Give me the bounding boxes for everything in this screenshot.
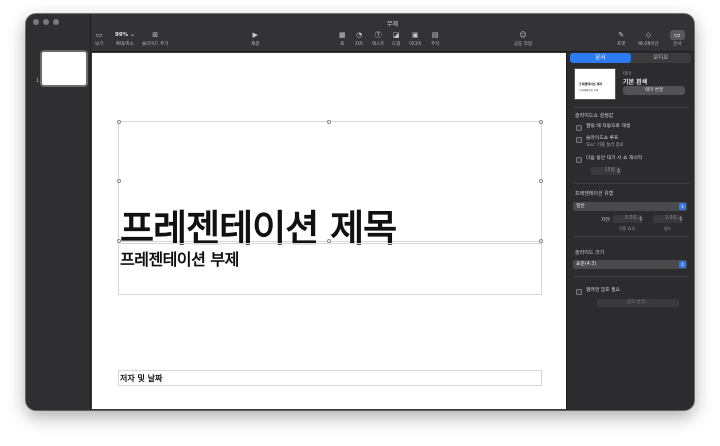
format-button[interactable]: ✎ 포맷	[617, 30, 625, 47]
tab-document[interactable]: 문서	[570, 53, 631, 63]
restart-minutes-field[interactable]: 15분 ▲ ▼	[591, 167, 621, 175]
document-title: 무제	[386, 21, 399, 28]
add-slide-button[interactable]: ⊞ 슬라이드 추가	[142, 30, 168, 47]
document-icon: ▭	[670, 30, 685, 40]
collaborate-button[interactable]: ☺ 공동 작업	[514, 30, 532, 47]
stepper-icon[interactable]: ▲ ▼	[639, 215, 642, 222]
comment-icon: ▤	[431, 31, 439, 39]
stepper-icon[interactable]: ▲ ▼	[679, 215, 682, 222]
media-icon: ▣	[411, 31, 419, 39]
resize-handle[interactable]	[327, 119, 331, 124]
chevron-updown-icon: ⇕	[679, 203, 686, 210]
theme-thumbnail[interactable]: 프레젠테이션 제목 프레젠테이션 부제	[574, 68, 616, 100]
media-button[interactable]: ▣ 미디어	[409, 30, 421, 47]
transition-delay-field[interactable]: 5.0초 ▲ ▼	[613, 215, 643, 223]
divider	[573, 183, 689, 184]
toolbar: 무제 ▭ 보기 99% ⌄ 확대/축소 ⊞ 슬라이드 추가 ▶ 재생 ▦ 표 ◔…	[91, 14, 694, 52]
window-controls	[33, 19, 59, 25]
minimize-button[interactable]	[43, 19, 49, 25]
autoplay-checkbox[interactable]: 열릴 때 자동으로 재생	[576, 124, 630, 131]
build-delay-field[interactable]: 2.0초 ▲ ▼	[653, 215, 683, 223]
restart-checkbox[interactable]: 다음 동안 대기 시 쇼 재시작	[576, 156, 642, 163]
divider	[573, 236, 689, 237]
close-button[interactable]	[33, 19, 39, 25]
slide-canvas-area: 프레젠테이션 제목 프레젠테이션 부제 저자 및 날짜	[91, 52, 566, 410]
subtitle-textbox[interactable]: 프레젠테이션 부제	[118, 243, 542, 295]
play-icon: ▶	[252, 31, 258, 39]
zoom-button[interactable]	[53, 19, 59, 25]
loop-checkbox[interactable]: 슬라이드쇼 루프 'Esc' 키를 눌러 종료	[576, 136, 624, 149]
resize-handle[interactable]	[116, 119, 121, 124]
chart-icon: ◔	[356, 31, 363, 39]
collaborate-icon: ☺	[519, 31, 527, 39]
slide-number: 1	[36, 78, 40, 84]
paintbrush-icon: ✎	[618, 31, 625, 39]
slide-canvas[interactable]: 프레젠테이션 제목 프레젠테이션 부제 저자 및 날짜	[92, 53, 566, 409]
presentation-type-select[interactable]: 일반 ⇕	[573, 202, 687, 211]
slideshow-settings-heading: 슬라이드쇼 설정값	[575, 113, 614, 119]
chart-button[interactable]: ◔ 차트	[355, 30, 363, 47]
password-checkbox[interactable]: 열려면 암호 필요	[576, 288, 620, 295]
divider	[573, 107, 689, 108]
document-inspector: 문서 오디오 프레젠테이션 제목 프레젠테이션 부제 테마 기본 흰색 테마 변…	[566, 52, 694, 410]
shape-icon: ◪	[392, 31, 400, 39]
divider	[573, 276, 689, 277]
slide-size-heading: 슬라이드 크기	[575, 250, 605, 256]
build-label: 빌드	[664, 226, 672, 231]
comment-button[interactable]: ▤ 주석	[431, 30, 439, 47]
theme-name: 기본 흰색	[623, 79, 648, 86]
sidebar-icon: ▭	[95, 31, 103, 39]
zoom-menu[interactable]: 99% ⌄ 확대/축소	[115, 30, 135, 47]
animate-icon: ◇	[645, 31, 652, 39]
slide-size-select[interactable]: 표준(4:3) ⇕	[573, 260, 687, 269]
zoom-value: 99% ⌄	[115, 32, 135, 38]
table-icon: ▦	[339, 31, 346, 39]
stepper-icon[interactable]: ▲ ▼	[617, 167, 620, 174]
tab-audio[interactable]: 오디오	[631, 53, 692, 63]
author-textbox[interactable]: 저자 및 날짜	[118, 370, 542, 386]
animate-button[interactable]: ◇ 애니메이션	[638, 30, 659, 47]
slide-navigator: 1	[26, 14, 91, 410]
document-button[interactable]: ▭ 문서	[670, 30, 685, 47]
resize-handle[interactable]	[538, 238, 543, 243]
chevron-updown-icon: ⇕	[679, 261, 686, 268]
text-button[interactable]: Ⓣ 텍스트	[372, 30, 384, 47]
title-textbox[interactable]: 프레젠테이션 제목	[116, 119, 543, 250]
play-button[interactable]: ▶ 재생	[251, 30, 259, 47]
slide-thumbnail[interactable]	[42, 52, 86, 85]
shape-button[interactable]: ◪ 도형	[392, 30, 400, 47]
presentation-type-heading: 프레젠테이션 유형	[575, 191, 614, 197]
slide-subtitle: 프레젠테이션 부제	[120, 250, 239, 269]
add-slide-icon: ⊞	[152, 31, 159, 39]
resize-handle[interactable]	[538, 119, 543, 124]
resize-handle[interactable]	[538, 179, 543, 183]
keynote-window: 1 무제 ▭ 보기 99% ⌄ 확대/축소 ⊞ 슬라이드 추가 ▶ 재생 ▦ 표…	[26, 14, 694, 410]
transition-label: 전환 효과	[619, 226, 635, 231]
inspector-tabs: 문서 오디오	[570, 53, 691, 63]
delay-label: 지연:	[601, 218, 611, 223]
text-icon: Ⓣ	[374, 31, 382, 39]
resize-handle[interactable]	[116, 179, 121, 183]
table-button[interactable]: ▦ 표	[339, 30, 346, 47]
change-password-button[interactable]: 암호 변경...	[597, 299, 679, 307]
slide-author-date: 저자 및 날짜	[120, 374, 163, 383]
change-theme-button[interactable]: 테마 변경	[623, 86, 685, 95]
view-button[interactable]: ▭ 보기	[95, 30, 103, 47]
